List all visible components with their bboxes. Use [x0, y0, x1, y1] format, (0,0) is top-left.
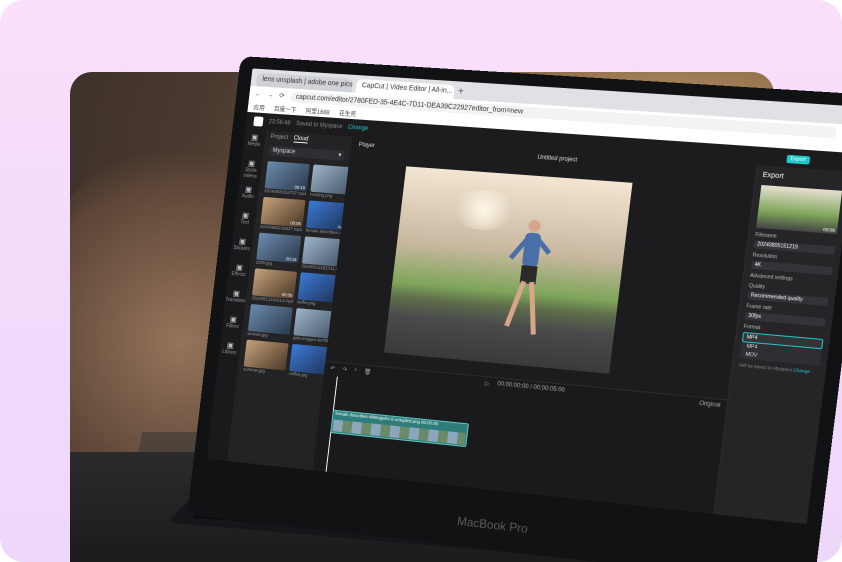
media-item[interactable]: summer.jpg — [243, 339, 289, 376]
save-status: Saved to Myspace — [295, 121, 343, 131]
media-duration: 00:05 — [290, 220, 302, 227]
export-thumbnail: 00:05 — [756, 184, 842, 235]
nav-item-label: Stock videos — [243, 167, 258, 180]
timeline-clip[interactable]: female describes-4l6tregwhc-5-untupled.p… — [330, 409, 470, 448]
promo-card: lens unsplash | adobe one pics CapCut | … — [0, 0, 842, 562]
media-duration: 00:15 — [294, 184, 306, 191]
timecode: 00:00:00:00 / 00:00:05:00 — [496, 381, 566, 394]
nav-item-label: Text — [240, 219, 250, 226]
runner-figure — [504, 219, 558, 347]
export-thumb-duration: 00:05 — [822, 226, 836, 233]
chevron-down-icon: ▾ — [337, 152, 342, 159]
media-thumbnail — [247, 303, 293, 335]
capcut-logo-icon[interactable] — [253, 116, 264, 127]
export-title: Export — [762, 171, 785, 181]
nav-item-label: Media — [247, 141, 261, 148]
reload-icon[interactable]: ⟳ — [279, 92, 285, 100]
forward-icon[interactable]: → — [267, 91, 274, 98]
laptop-screen: lens unsplash | adobe one pics CapCut | … — [206, 68, 842, 525]
space-label: Myspace — [272, 147, 296, 156]
video-preview[interactable] — [383, 166, 633, 374]
redo-icon[interactable]: ↷ — [342, 366, 348, 373]
ratio-label[interactable]: Original — [699, 401, 721, 409]
change-link[interactable]: Change — [348, 125, 369, 132]
delete-icon[interactable]: 🗑 — [364, 368, 372, 376]
media-thumbnail: 00:15 — [256, 232, 302, 264]
tab-cloud[interactable]: Cloud — [293, 135, 309, 143]
player-label: Player — [358, 142, 376, 150]
nav-item-label: Library — [222, 348, 237, 357]
laptop: lens unsplash | adobe one pics CapCut | … — [70, 56, 842, 562]
back-icon[interactable]: ← — [255, 91, 262, 98]
save-note-text: Will be saved to Myspace — [738, 362, 793, 373]
capcut-editor: 23:56:48 Saved to Myspace Change ▣ Media ▣… — [206, 111, 842, 525]
nav-item-label: Effects — [231, 271, 246, 279]
nav-item-label: Audio — [241, 193, 254, 200]
media-item[interactable]: woman.jpg — [247, 303, 293, 340]
bookmark-item[interactable]: 花生壳 — [339, 108, 357, 118]
nav-item-label: Filters — [225, 323, 240, 331]
media-item[interactable]: 00:15 20240805154737.mp4 — [264, 161, 310, 196]
split-icon[interactable]: ⟊ — [355, 367, 357, 374]
undo-icon[interactable]: ↶ — [330, 365, 336, 372]
bookmark-item[interactable]: 应用 — [253, 103, 265, 113]
tab-project[interactable]: Project — [270, 134, 288, 141]
bookmark-item[interactable]: 阿里1688 — [305, 106, 330, 116]
bookmark-item[interactable]: 百度一下 — [273, 104, 296, 114]
project-title[interactable]: Untitled project — [537, 155, 577, 164]
media-item[interactable]: 00:05 20240806105837.mp4 — [260, 196, 306, 232]
media-thumbnail: 00:05 — [251, 268, 298, 300]
save-time: 23:56:48 — [268, 119, 291, 127]
media-thumbnail: 00:05 — [260, 196, 306, 228]
media-item[interactable]: 00:05 20240812154212.mp4 — [251, 268, 298, 304]
laptop-screen-bezel: lens unsplash | adobe one pics CapCut | … — [187, 56, 842, 562]
play-icon[interactable]: ▷ — [485, 380, 490, 387]
media-item[interactable]: 00:15 2005.jpg — [256, 232, 302, 268]
new-tab-button[interactable]: + — [457, 85, 464, 99]
player-panel: Player Untitled project — [325, 136, 757, 400]
export-button[interactable]: Export — [785, 154, 811, 165]
save-note-change-link[interactable]: Change — [793, 367, 810, 374]
media-thumbnail — [243, 339, 289, 371]
media-duration: 00:05 — [281, 292, 293, 298]
media-duration: 00:15 — [285, 256, 297, 263]
media-thumbnail: 00:15 — [264, 161, 310, 192]
nav-item-label: Stickers — [233, 245, 251, 253]
